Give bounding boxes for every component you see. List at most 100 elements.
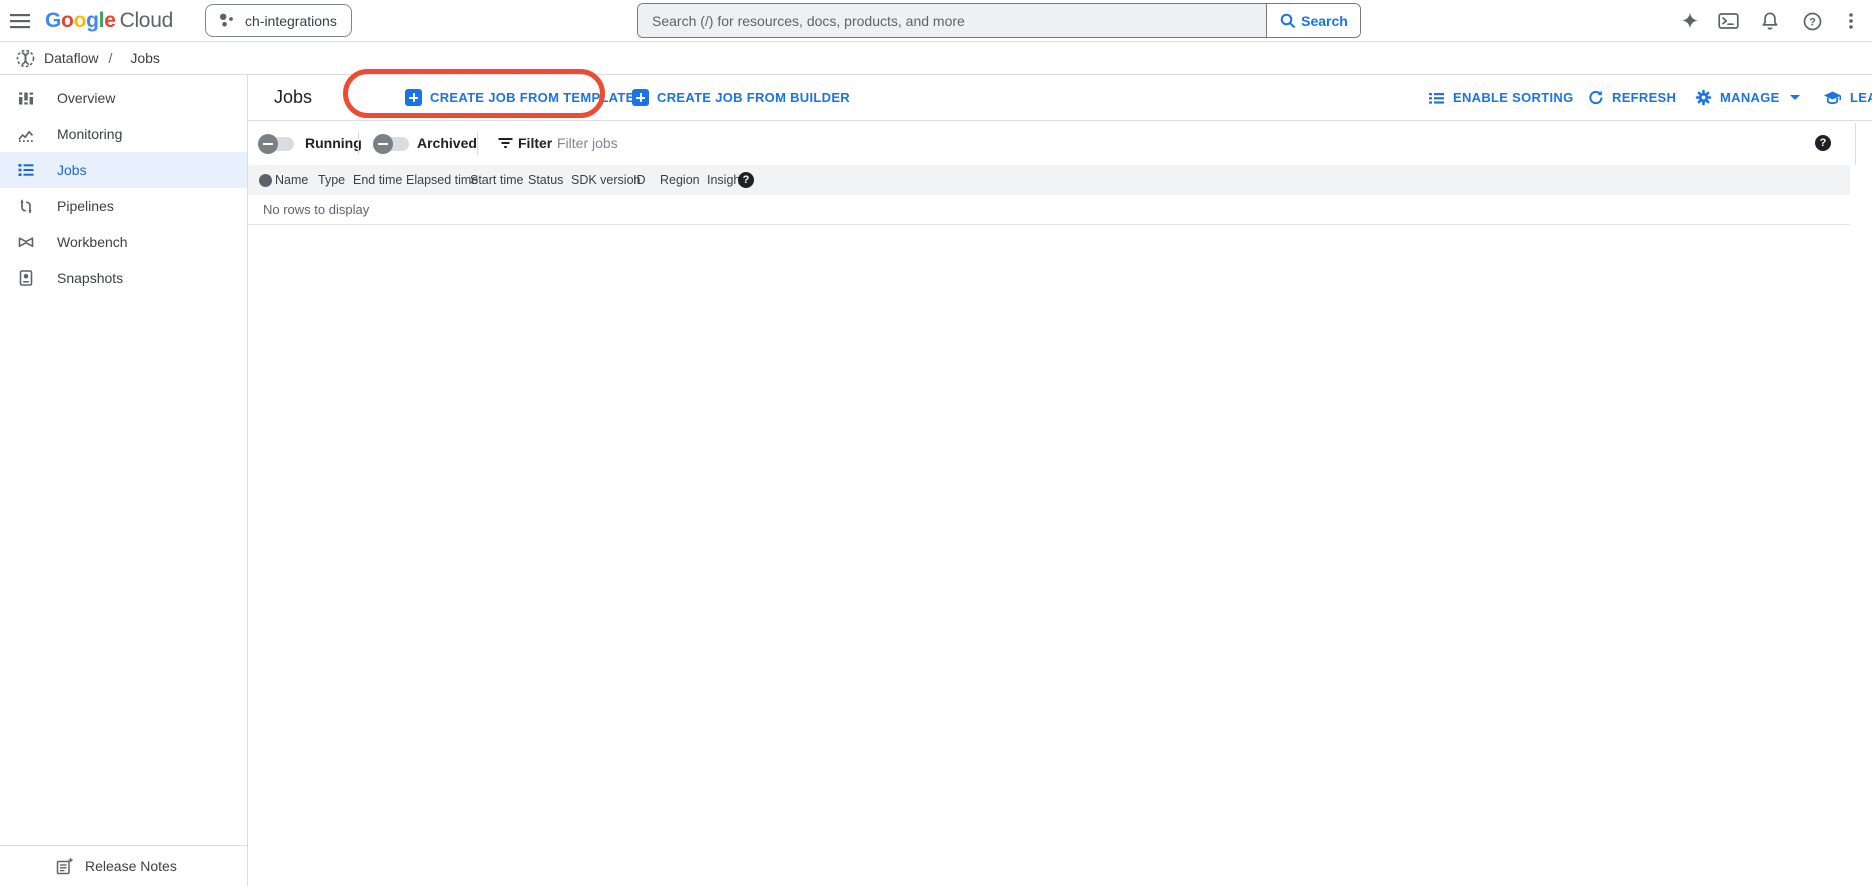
- filter-icon: [497, 135, 514, 151]
- snapshots-icon: [15, 269, 37, 287]
- column-header-sdk-version[interactable]: SDK version: [571, 165, 640, 195]
- svg-text:?: ?: [1809, 16, 1816, 28]
- create-job-from-template-button[interactable]: CREATE JOB FROM TEMPLATE: [405, 75, 635, 120]
- running-toggle-label: Running: [305, 121, 362, 165]
- workbench-icon: [15, 234, 37, 251]
- column-header-name[interactable]: Name: [275, 165, 308, 195]
- search-button-label: Search: [1301, 13, 1348, 29]
- breadcrumb-product[interactable]: Dataflow: [44, 50, 98, 66]
- gear-icon: [1695, 89, 1712, 106]
- sidebar-item-label: Overview: [57, 90, 115, 106]
- sidebar-nav: Overview Monitoring: [0, 75, 248, 886]
- sidebar-item-snapshots[interactable]: Snapshots: [0, 260, 247, 296]
- sidebar-item-workbench[interactable]: Workbench: [0, 224, 247, 260]
- plus-icon: [405, 89, 422, 106]
- help-icon[interactable]: ?: [1801, 10, 1823, 32]
- insights-help-icon[interactable]: ?: [738, 172, 754, 188]
- sidebar-item-label: Snapshots: [57, 270, 123, 286]
- top-app-bar: GoogleCloud ch-integrations Search: [0, 0, 1872, 42]
- divider: [1855, 123, 1856, 165]
- overview-icon: [15, 90, 37, 107]
- global-search-bar: Search: [637, 3, 1361, 38]
- jobs-table-header: Name Type End time Elapsed time Start ti…: [248, 165, 1850, 195]
- column-header-id[interactable]: ID: [633, 165, 646, 195]
- enable-sorting-button[interactable]: ENABLE SORTING: [1428, 75, 1573, 120]
- column-header-start-time[interactable]: Start time: [470, 165, 524, 195]
- create-job-from-builder-label: CREATE JOB FROM BUILDER: [657, 90, 850, 105]
- breadcrumb-current: Jobs: [130, 50, 160, 66]
- sidebar-item-label: Jobs: [57, 162, 87, 178]
- create-job-from-template-label: CREATE JOB FROM TEMPLATE: [430, 90, 635, 105]
- sidebar-item-pipelines[interactable]: Pipelines: [0, 188, 247, 224]
- sidebar-item-label: Pipelines: [57, 198, 114, 214]
- manage-button[interactable]: MANAGE: [1695, 75, 1800, 120]
- sidebar-item-label: Workbench: [57, 234, 128, 250]
- toggle-knob-icon: [373, 134, 393, 154]
- project-name: ch-integrations: [245, 13, 337, 29]
- search-input[interactable]: [638, 13, 1266, 29]
- sort-list-icon: [1428, 90, 1445, 106]
- search-icon: [1279, 12, 1297, 30]
- chevron-down-icon: [1790, 95, 1800, 100]
- learn-button[interactable]: LEARN: [1823, 75, 1872, 120]
- graduation-cap-icon: [1823, 90, 1842, 106]
- logo-letter: e: [104, 9, 115, 32]
- create-job-from-builder-button[interactable]: CREATE JOB FROM BUILDER: [632, 75, 850, 120]
- sidebar-item-release-notes[interactable]: Release Notes: [0, 845, 247, 886]
- column-header-region[interactable]: Region: [660, 165, 700, 195]
- logo-cloud-text: Cloud: [120, 9, 173, 32]
- plus-icon: [632, 89, 649, 106]
- page-title: Jobs: [274, 75, 312, 120]
- empty-table-message: No rows to display: [263, 195, 369, 225]
- logo-letter: g: [86, 9, 99, 32]
- filter-label: Filter: [518, 121, 552, 165]
- more-vert-icon[interactable]: [1840, 10, 1862, 32]
- jobs-list-icon: [15, 162, 37, 178]
- filter-help-icon[interactable]: ?: [1815, 135, 1831, 151]
- toggle-knob-icon: [258, 134, 278, 154]
- project-icon: [218, 12, 235, 29]
- breadcrumb-separator: /: [108, 50, 112, 66]
- project-selector[interactable]: ch-integrations: [205, 4, 352, 37]
- archived-toggle-label: Archived: [417, 121, 477, 165]
- status-dot-icon: [259, 174, 272, 187]
- column-header-end-time[interactable]: End time: [353, 165, 402, 195]
- sidebar-item-monitoring[interactable]: Monitoring: [0, 116, 247, 152]
- notifications-bell-icon[interactable]: [1759, 10, 1781, 32]
- logo-letter: o: [61, 9, 74, 32]
- sidebar-item-overview[interactable]: Overview: [0, 80, 247, 116]
- divider: [358, 131, 359, 155]
- column-header-elapsed-time[interactable]: Elapsed time: [406, 165, 478, 195]
- page-header: Jobs CREATE JOB FROM TEMPLATE CREATE JOB…: [248, 75, 1872, 121]
- archived-toggle[interactable]: [375, 137, 409, 151]
- running-toggle[interactable]: [260, 137, 294, 151]
- refresh-label: REFRESH: [1612, 90, 1676, 105]
- refresh-icon: [1587, 89, 1604, 106]
- cloud-shell-icon[interactable]: [1717, 10, 1739, 32]
- learn-label: LEARN: [1850, 90, 1872, 105]
- release-notes-icon: [55, 857, 74, 876]
- pipelines-icon: [15, 198, 37, 215]
- refresh-button[interactable]: REFRESH: [1587, 75, 1676, 120]
- main-menu-icon[interactable]: [9, 11, 31, 31]
- breadcrumb: Dataflow / Jobs: [0, 42, 1872, 75]
- search-input-area: [638, 4, 1266, 37]
- filter-toolbar: Running Archived Filter ?: [248, 121, 1872, 165]
- column-header-status[interactable]: Status: [528, 165, 563, 195]
- monitoring-icon: [15, 126, 37, 143]
- logo-letter: G: [45, 9, 61, 32]
- column-header-type[interactable]: Type: [318, 165, 345, 195]
- gemini-sparkle-icon[interactable]: [1679, 10, 1701, 32]
- dataflow-icon: [15, 48, 36, 69]
- enable-sorting-label: ENABLE SORTING: [1453, 90, 1573, 105]
- search-button[interactable]: Search: [1266, 4, 1360, 37]
- sidebar-footer-label: Release Notes: [85, 858, 177, 874]
- empty-table-row: No rows to display: [248, 195, 1850, 225]
- sidebar-item-label: Monitoring: [57, 126, 122, 142]
- sidebar-item-jobs[interactable]: Jobs: [0, 152, 247, 188]
- divider: [477, 131, 478, 155]
- logo-letter: o: [74, 9, 87, 32]
- filter-jobs-input[interactable]: [557, 128, 1257, 158]
- manage-label: MANAGE: [1720, 90, 1780, 105]
- google-cloud-logo[interactable]: GoogleCloud: [45, 9, 173, 33]
